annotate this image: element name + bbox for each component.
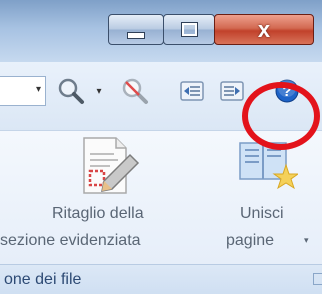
close-button[interactable]: x [214, 14, 314, 45]
clip-section-label-line1: Ritaglio della [52, 205, 144, 222]
maximize-button[interactable] [163, 14, 215, 45]
ribbon-panel: Ritaglio della sezione evidenziata Unisc… [0, 131, 322, 264]
minimize-icon [127, 32, 145, 39]
next-page-icon [220, 81, 244, 101]
zoom-out-icon [122, 78, 148, 104]
chevron-down-icon[interactable]: ▾ [304, 235, 309, 246]
chevron-down-icon[interactable]: ▾ [36, 84, 41, 95]
next-page-button[interactable] [218, 76, 246, 106]
minimize-button[interactable] [108, 14, 164, 45]
ribbon-group-label: one dei file [4, 271, 82, 288]
highlight-circle-annotation [242, 82, 320, 150]
zoom-combobox[interactable]: ▾ [0, 76, 46, 106]
zoom-in-icon [58, 78, 84, 104]
previous-page-icon [180, 81, 204, 101]
clip-section-label-line2: sezione evidenziata [0, 232, 141, 249]
zoom-out-button[interactable] [118, 76, 152, 106]
pencil-document-icon [83, 137, 140, 194]
merge-pages-label-line2: pagine [226, 232, 275, 249]
merge-pages-label-line1: Unisci [240, 205, 284, 222]
dialog-launcher-icon[interactable] [313, 273, 322, 285]
maximize-icon [180, 22, 198, 37]
ribbon-group-footer: one dei file [0, 264, 322, 295]
title-bar: x [0, 0, 322, 62]
close-icon: x [257, 16, 271, 42]
zoom-in-button[interactable] [54, 76, 88, 106]
previous-page-button[interactable] [178, 76, 206, 106]
zoom-dropdown[interactable]: ▾ [92, 76, 106, 106]
bottom-edge [0, 294, 322, 302]
